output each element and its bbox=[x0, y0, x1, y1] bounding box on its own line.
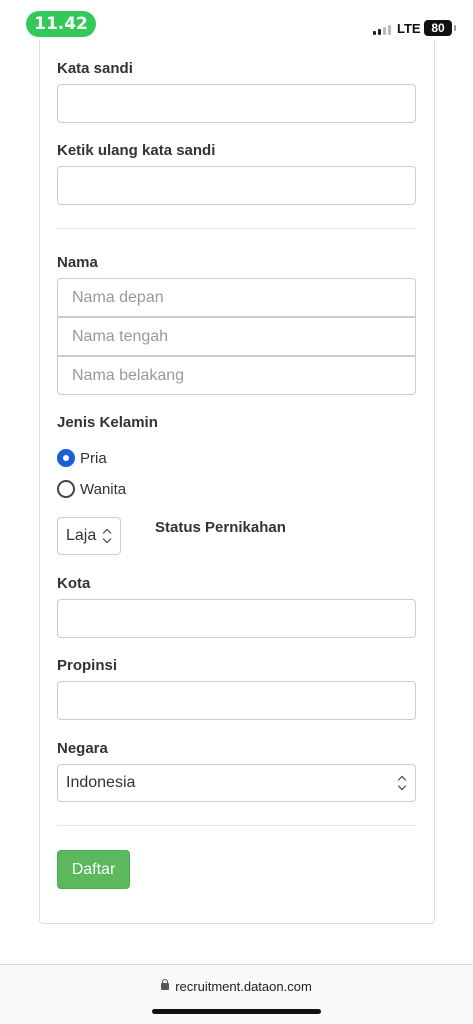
time-indicator: 11.42 bbox=[26, 11, 96, 37]
address-bar[interactable]: recruitment.dataon.com bbox=[0, 979, 473, 994]
gender-option-label: Wanita bbox=[80, 480, 127, 498]
battery-icon: 80 bbox=[424, 20, 456, 36]
browser-bottom-bar: recruitment.dataon.com bbox=[0, 964, 473, 1024]
city-label: Kota bbox=[57, 575, 91, 592]
gender-option-pria[interactable]: Pria bbox=[57, 449, 107, 467]
first-name-input[interactable]: Nama depan bbox=[57, 278, 416, 317]
section-divider bbox=[57, 825, 416, 826]
password-label: Kata sandi bbox=[57, 60, 133, 77]
gender-label: Jenis Kelamin bbox=[57, 414, 158, 431]
country-select[interactable]: Indonesia bbox=[57, 764, 416, 802]
name-label: Nama bbox=[57, 254, 98, 271]
section-divider bbox=[57, 228, 416, 229]
retype-password-field[interactable] bbox=[57, 166, 416, 205]
url-text: recruitment.dataon.com bbox=[175, 979, 312, 994]
marital-status-value: Laja bbox=[66, 527, 97, 544]
signal-icon bbox=[373, 25, 391, 35]
radio-checked-icon[interactable] bbox=[57, 449, 75, 467]
province-label: Propinsi bbox=[57, 657, 118, 674]
last-name-input[interactable]: Nama belakang bbox=[57, 356, 416, 395]
middle-name-input[interactable]: Nama tengah bbox=[57, 317, 416, 356]
network-type: LTE bbox=[397, 21, 421, 36]
marital-status-select[interactable]: Laja bbox=[57, 517, 121, 555]
marital-status-label: Status Pernikahan bbox=[155, 519, 286, 536]
gender-option-wanita[interactable]: Wanita bbox=[57, 480, 126, 498]
chevron-up-down-icon bbox=[102, 529, 112, 545]
gender-option-label: Pria bbox=[80, 449, 107, 467]
city-field[interactable] bbox=[57, 599, 416, 638]
home-indicator[interactable] bbox=[152, 1009, 321, 1014]
chevron-up-down-icon bbox=[397, 776, 407, 792]
country-label: Negara bbox=[57, 740, 108, 757]
retype-password-label: Ketik ulang kata sandi bbox=[57, 142, 216, 159]
lock-icon bbox=[161, 979, 170, 992]
radio-unchecked-icon[interactable] bbox=[57, 480, 75, 498]
password-field[interactable] bbox=[57, 84, 416, 123]
country-value: Indonesia bbox=[66, 774, 136, 791]
province-field[interactable] bbox=[57, 681, 416, 720]
submit-button[interactable]: Daftar bbox=[57, 850, 130, 889]
